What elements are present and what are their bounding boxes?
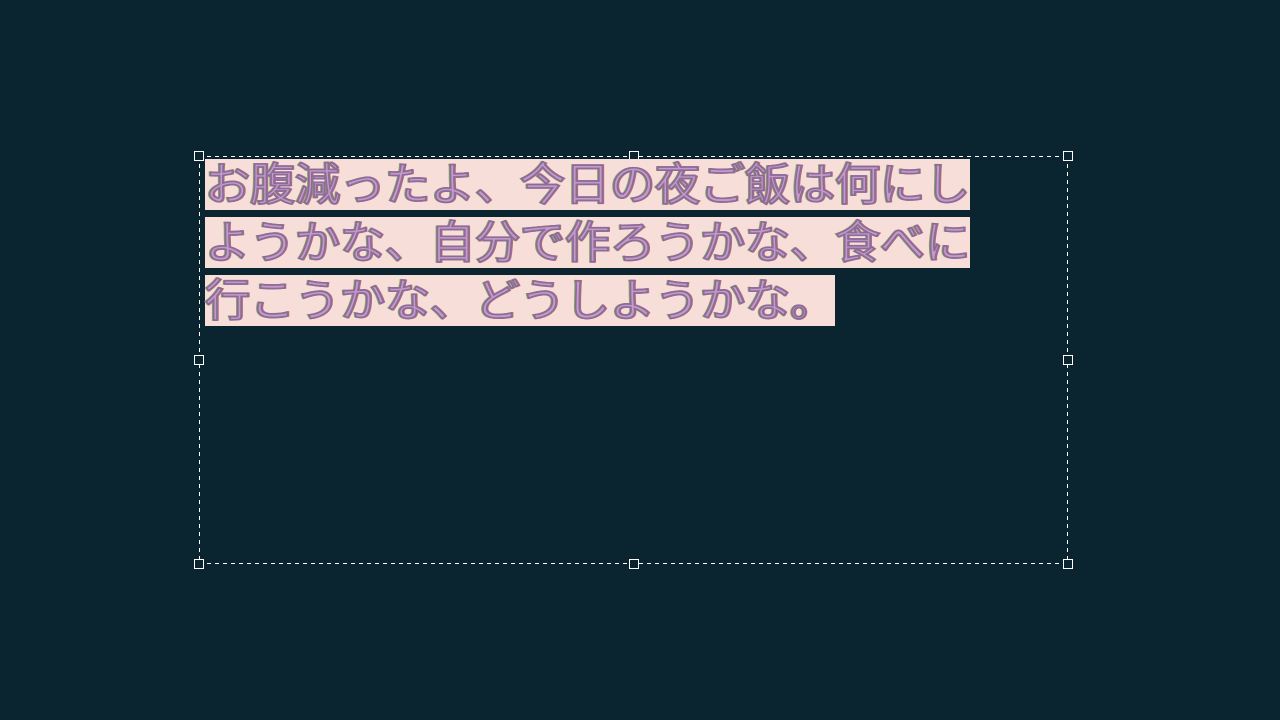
resize-handle-bottom-middle[interactable]: [629, 559, 639, 569]
resize-handle-bottom-right[interactable]: [1063, 559, 1073, 569]
text-line: ようかな、自分で作ろうかな、食べに: [205, 217, 970, 268]
text-layer[interactable]: お腹減ったよ、今日の夜ご飯は何にし ようかな、自分で作ろうかな、食べに 行こうか…: [205, 156, 1065, 330]
resize-handle-middle-left[interactable]: [194, 355, 204, 365]
text-line: お腹減ったよ、今日の夜ご飯は何にし: [205, 159, 970, 210]
text-line: 行こうかな、どうしようかな。: [205, 275, 835, 326]
resize-handle-bottom-left[interactable]: [194, 559, 204, 569]
resize-handle-middle-right[interactable]: [1063, 355, 1073, 365]
resize-handle-top-left[interactable]: [194, 151, 204, 161]
